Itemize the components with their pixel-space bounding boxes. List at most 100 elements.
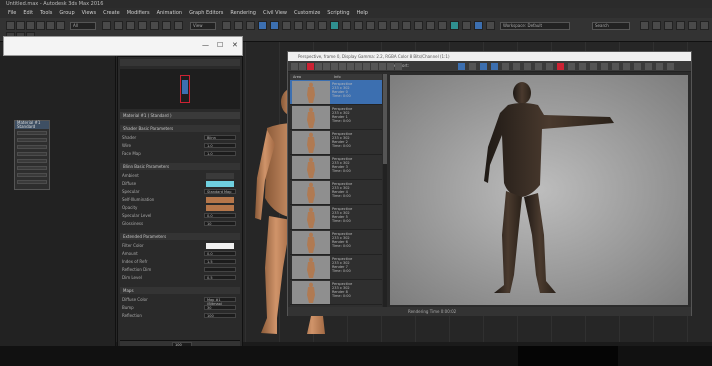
toolbar-tool-icon[interactable]: [46, 21, 55, 30]
toolbar-tool-icon[interactable]: [474, 21, 483, 30]
property-field[interactable]: 0.0: [204, 251, 236, 256]
toolbar-tool-icon[interactable]: [162, 21, 171, 30]
render-toolbar-icon[interactable]: [387, 63, 394, 70]
toolbar-tool-icon[interactable]: [426, 21, 435, 30]
property-field[interactable]: Standard Map: [204, 189, 236, 194]
node-pin[interactable]: [17, 173, 47, 177]
render-toolbar-icon[interactable]: [339, 63, 346, 70]
node-pin[interactable]: [17, 159, 47, 163]
toolbar-tool-icon[interactable]: [342, 21, 351, 30]
toolbar-tool-icon[interactable]: [354, 21, 363, 30]
toolbar-tool-icon[interactable]: [438, 21, 447, 30]
render-toolbar-icon[interactable]: [513, 63, 520, 70]
history-row[interactable]: Perspective 233 x 302 Render 3 Time: 0:0…: [290, 155, 382, 180]
node-pin[interactable]: [17, 166, 47, 170]
rollout-header[interactable]: Shader Basic Parameters: [120, 125, 240, 132]
render-toolbar-icon[interactable]: [557, 63, 564, 70]
render-toolbar-icon[interactable]: [590, 63, 597, 70]
rollout-header[interactable]: Maps: [120, 287, 240, 294]
color-swatch[interactable]: [206, 197, 234, 203]
toolbar-tool-icon[interactable]: [222, 21, 231, 30]
toolbar-tool-icon[interactable]: [16, 21, 25, 30]
toolbar-tool-icon[interactable]: [402, 21, 411, 30]
toolbar-tool-icon[interactable]: [414, 21, 423, 30]
slate-node-view[interactable]: [0, 56, 116, 346]
toolbar-tool-icon[interactable]: [36, 21, 45, 30]
rollout-header[interactable]: Blinn Basic Parameters: [120, 163, 240, 170]
toolbar-tool-icon[interactable]: [318, 21, 327, 30]
node-pin[interactable]: [17, 131, 47, 135]
menu-item-animation[interactable]: Animation: [157, 10, 183, 16]
render-toolbar-icon[interactable]: [355, 63, 362, 70]
menu-item-scripting[interactable]: Scripting: [327, 10, 349, 16]
selection-filter-dropdown[interactable]: All: [70, 22, 96, 30]
toolbar-tool-icon[interactable]: [450, 21, 459, 30]
toolbar-tool-icon[interactable]: [664, 21, 673, 30]
toolbar-tool-icon[interactable]: [462, 21, 471, 30]
render-toolbar-icon[interactable]: [645, 63, 652, 70]
close-button[interactable]: ✕: [232, 41, 238, 49]
render-toolbar-icon[interactable]: [535, 63, 542, 70]
menu-item-rendering[interactable]: Rendering: [230, 10, 256, 16]
render-toolbar-icon[interactable]: [491, 63, 498, 70]
view-dropdown[interactable]: View: [190, 22, 216, 30]
render-output[interactable]: [390, 75, 688, 305]
menu-item-modifiers[interactable]: Modifiers: [127, 10, 150, 16]
menu-item-create[interactable]: Create: [103, 10, 120, 16]
render-history-list[interactable]: Perspective 233 x 302 Render 0 Time: 0:0…: [290, 80, 382, 307]
render-toolbar-icon[interactable]: [363, 63, 370, 70]
history-row[interactable]: Perspective 233 x 302 Render 2 Time: 0:0…: [290, 130, 382, 155]
history-row[interactable]: Perspective 233 x 302 Render 5 Time: 0:0…: [290, 205, 382, 230]
toolbar-tool-icon[interactable]: [174, 21, 183, 30]
render-toolbar-icon[interactable]: [299, 63, 306, 70]
menu-item-file[interactable]: File: [8, 10, 16, 16]
property-field[interactable]: 100: [204, 313, 236, 318]
render-toolbar-icon[interactable]: [601, 63, 608, 70]
toolbar-tool-icon[interactable]: [640, 21, 649, 30]
render-toolbar-icon[interactable]: [480, 63, 487, 70]
menu-item-tools[interactable]: Tools: [40, 10, 52, 16]
toolbar-tool-icon[interactable]: [26, 21, 35, 30]
history-row[interactable]: Perspective 233 x 302 Render 1 Time: 0:0…: [290, 105, 382, 130]
color-swatch[interactable]: [206, 181, 234, 187]
render-toolbar-icon[interactable]: [315, 63, 322, 70]
scrollbar-thumb[interactable]: [383, 74, 387, 164]
property-field[interactable]: 0.5: [204, 275, 236, 280]
render-toolbar-icon[interactable]: [347, 63, 354, 70]
toolbar-tool-icon[interactable]: [294, 21, 303, 30]
toolbar-tool-icon[interactable]: [700, 21, 709, 30]
color-swatch[interactable]: [206, 205, 234, 211]
render-toolbar-icon[interactable]: [291, 63, 298, 70]
history-row[interactable]: Perspective 233 x 302 Render 4 Time: 0:0…: [290, 180, 382, 205]
node-pin[interactable]: [17, 138, 47, 142]
toolbar-tool-icon[interactable]: [330, 21, 339, 30]
property-field[interactable]: 30: [204, 305, 236, 310]
toolbar-tool-icon[interactable]: [102, 21, 111, 30]
toolbar-tool-icon[interactable]: [258, 21, 267, 30]
render-toolbar-icon[interactable]: [307, 63, 314, 70]
toolbar-tool-icon[interactable]: [378, 21, 387, 30]
toolbar-tool-icon[interactable]: [126, 21, 135, 30]
property-field[interactable]: 1.0: [204, 143, 236, 148]
render-toolbar-icon[interactable]: [379, 63, 386, 70]
menu-item-customize[interactable]: Customize: [294, 10, 320, 16]
property-field[interactable]: [204, 267, 236, 272]
menu-item-views[interactable]: Views: [82, 10, 96, 16]
node-pin[interactable]: [17, 180, 47, 184]
render-toolbar-icon[interactable]: [458, 63, 465, 70]
menu-item-civil-view[interactable]: Civil View: [263, 10, 287, 16]
property-field[interactable]: 1.0: [204, 151, 236, 156]
property-field[interactable]: Blinn: [204, 135, 236, 140]
toolbar-tool-icon[interactable]: [306, 21, 315, 30]
material-node[interactable]: Material #1 Standard: [14, 120, 50, 190]
render-toolbar-icon[interactable]: [667, 63, 674, 70]
render-toolbar-icon[interactable]: [612, 63, 619, 70]
render-toolbar-icon[interactable]: [546, 63, 553, 70]
toolbar-tool-icon[interactable]: [246, 21, 255, 30]
render-toolbar-icon[interactable]: [524, 63, 531, 70]
render-toolbar-icon[interactable]: [579, 63, 586, 70]
toolbar-tool-icon[interactable]: [390, 21, 399, 30]
render-toolbar-icon[interactable]: [323, 63, 330, 70]
render-toolbar-icon[interactable]: [395, 63, 402, 70]
toolbar-tool-icon[interactable]: [270, 21, 279, 30]
